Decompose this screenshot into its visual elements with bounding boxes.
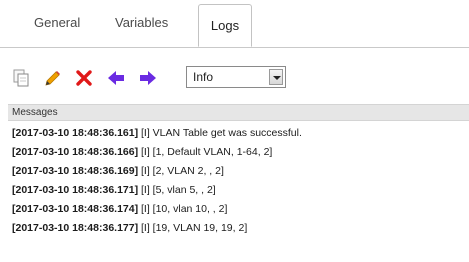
messages-column-header: Messages <box>8 104 469 121</box>
log-row: [2017-03-10 18:48:36.161] [I] VLAN Table… <box>12 124 467 143</box>
log-row: [2017-03-10 18:48:36.177] [I] [19, VLAN … <box>12 219 467 238</box>
log-timestamp: [2017-03-10 18:48:36.177] <box>12 222 139 234</box>
log-text: [I] [1, Default VLAN, 1-64, 2] <box>138 146 273 158</box>
log-text: [I] [2, VLAN 2, , 2] <box>138 165 224 177</box>
delete-x-icon[interactable] <box>74 68 96 88</box>
tab-divider <box>0 47 469 48</box>
tab-general[interactable]: General <box>34 12 80 34</box>
copy-icon[interactable] <box>12 68 34 88</box>
log-message-list: [2017-03-10 18:48:36.161] [I] VLAN Table… <box>12 124 467 238</box>
log-row: [2017-03-10 18:48:36.166] [I] [1, Defaul… <box>12 143 467 162</box>
chevron-down-icon[interactable] <box>269 69 283 85</box>
log-timestamp: [2017-03-10 18:48:36.174] <box>12 203 139 215</box>
tab-logs[interactable]: Logs <box>198 4 252 47</box>
log-text: [I] VLAN Table get was successful. <box>138 127 302 139</box>
arrow-right-icon[interactable] <box>138 68 160 88</box>
log-timestamp: [2017-03-10 18:48:36.171] <box>12 184 139 196</box>
log-row: [2017-03-10 18:48:36.169] [I] [2, VLAN 2… <box>12 162 467 181</box>
arrow-left-icon[interactable] <box>106 68 128 88</box>
log-row: [2017-03-10 18:48:36.171] [I] [5, vlan 5… <box>12 181 467 200</box>
messages-header-label: Messages <box>12 107 58 118</box>
log-text: [I] [19, VLAN 19, 19, 2] <box>138 222 248 234</box>
log-level-value: Info <box>193 70 214 84</box>
log-row: [2017-03-10 18:48:36.174] [I] [10, vlan … <box>12 200 467 219</box>
log-text: [I] [10, vlan 10, , 2] <box>138 203 228 215</box>
log-toolbar: Info <box>12 64 312 92</box>
tab-bar: General Variables Logs <box>0 0 469 48</box>
log-timestamp: [2017-03-10 18:48:36.166] <box>12 146 139 158</box>
log-timestamp: [2017-03-10 18:48:36.169] <box>12 165 139 177</box>
pencil-icon[interactable] <box>42 68 64 88</box>
logs-panel: General Variables Logs Info Messages [20… <box>0 0 469 262</box>
log-level-select[interactable]: Info <box>186 66 286 88</box>
log-timestamp: [2017-03-10 18:48:36.161] <box>12 127 139 139</box>
tab-variables[interactable]: Variables <box>115 12 168 34</box>
log-text: [I] [5, vlan 5, , 2] <box>138 184 216 196</box>
